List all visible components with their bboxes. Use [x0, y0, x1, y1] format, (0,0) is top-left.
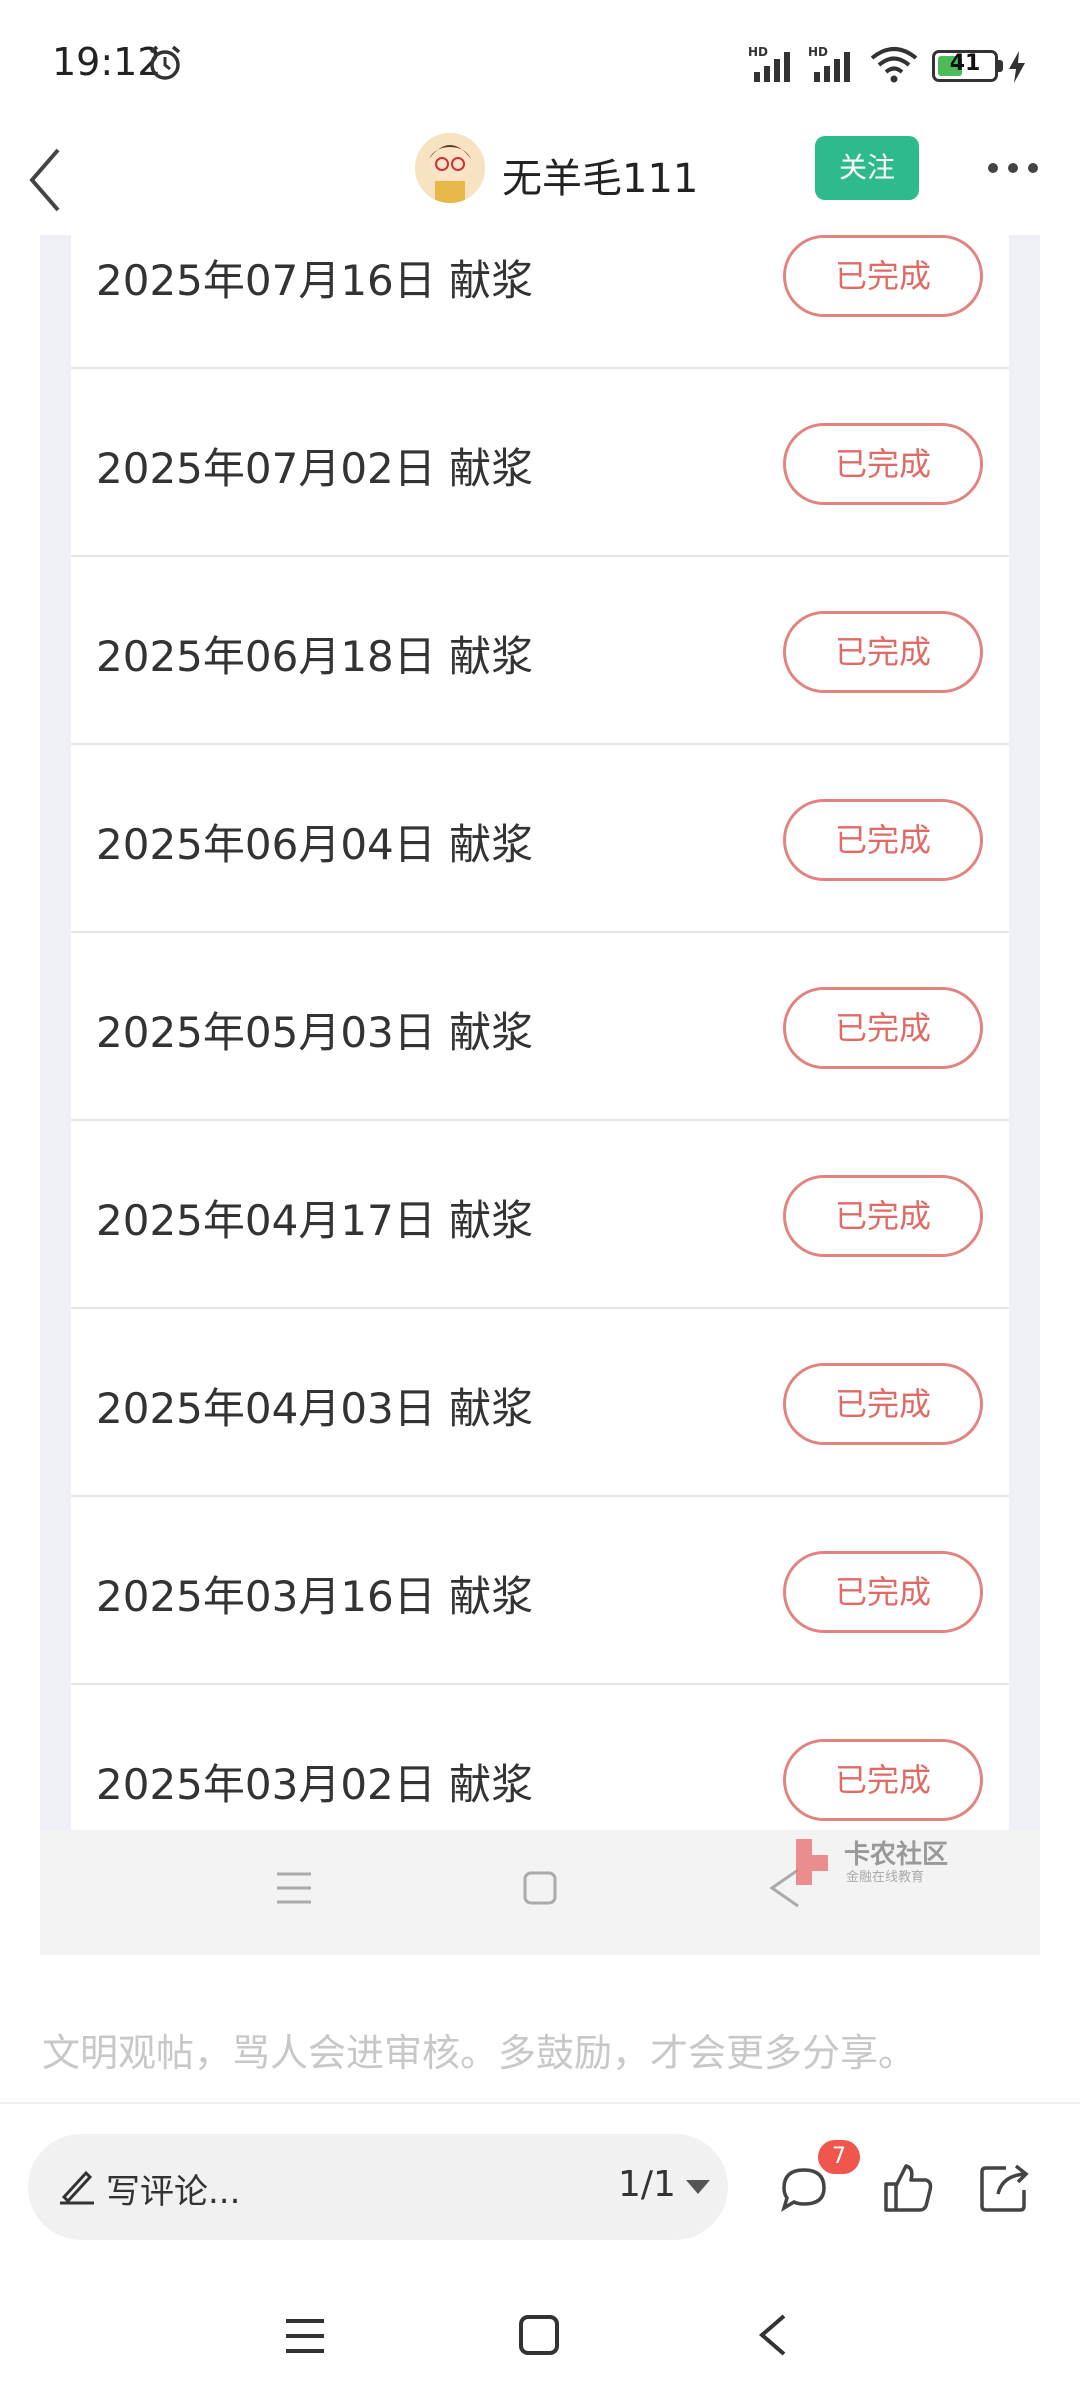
- status-badge: 已完成: [783, 611, 983, 693]
- svg-text:HD: HD: [748, 45, 768, 59]
- status-badge: 已完成: [783, 799, 983, 881]
- divider: [0, 2102, 1080, 2104]
- home-button-icon[interactable]: [518, 2314, 560, 2356]
- record-label: 2025年04月17日 献浆: [96, 1196, 534, 1245]
- status-badge: 已完成: [783, 987, 983, 1069]
- record-label: 2025年06月18日 献浆: [96, 632, 534, 681]
- pencil-icon: [60, 2170, 94, 2205]
- watermark-logo: 卡农社区 金融在线教育: [796, 1839, 948, 1885]
- community-tip: 文明观帖，骂人会进审核。多鼓励，才会更多分享。: [42, 2031, 917, 2075]
- record-label: 2025年03月02日 献浆: [96, 1760, 534, 1809]
- wifi-icon: [870, 47, 918, 83]
- status-badge: 已完成: [783, 1363, 983, 1445]
- username[interactable]: 无羊毛111: [502, 146, 698, 204]
- watermark-subtitle: 金融在线教育: [846, 1869, 924, 1885]
- recent-apps-icon[interactable]: [284, 2316, 326, 2356]
- record-row: 2025年04月03日 献浆 已完成: [71, 1309, 1009, 1497]
- avatar[interactable]: [415, 133, 485, 203]
- record-row: 2025年03月02日 献浆 已完成: [71, 1685, 1009, 1830]
- more-icon[interactable]: [985, 156, 1041, 180]
- comment-count-badge: 7: [818, 2140, 860, 2174]
- record-row: 2025年05月03日 献浆 已完成: [71, 933, 1009, 1121]
- svg-text:HD: HD: [808, 45, 828, 59]
- record-label: 2025年05月03日 献浆: [96, 1008, 534, 1057]
- signal-icon-2: HD: [808, 45, 850, 82]
- alarm-icon: [149, 45, 181, 80]
- charging-icon: [1009, 51, 1025, 83]
- record-row: 2025年04月17日 献浆 已完成: [71, 1121, 1009, 1309]
- home-icon: [523, 1871, 557, 1905]
- avatar-cartoon-icon: [415, 133, 485, 203]
- record-label: 2025年07月02日 献浆: [96, 444, 534, 493]
- system-back-icon[interactable]: [754, 2312, 790, 2358]
- comment-input-bar[interactable]: 写评论... 1/1: [28, 2134, 728, 2240]
- watermark-title: 卡农社区: [844, 1839, 948, 1870]
- status-bar: 19:12 HD HD 41: [0, 0, 1080, 130]
- battery-icon: 41: [932, 50, 998, 82]
- signal-icon: HD: [748, 45, 790, 82]
- like-icon[interactable]: [880, 2160, 936, 2216]
- record-row: 2025年03月16日 献浆 已完成: [71, 1497, 1009, 1685]
- page-dropdown-icon[interactable]: [686, 2180, 710, 2194]
- comment-placeholder[interactable]: 写评论...: [106, 2164, 240, 2213]
- status-badge: 已完成: [783, 1739, 983, 1821]
- status-badge: 已完成: [783, 1551, 983, 1633]
- record-label: 2025年07月16日 献浆: [96, 256, 534, 305]
- record-row: 2025年07月02日 献浆 已完成: [71, 369, 1009, 557]
- record-row: 2025年06月04日 献浆 已完成: [71, 745, 1009, 933]
- follow-button[interactable]: 关注: [815, 136, 919, 200]
- record-label: 2025年06月04日 献浆: [96, 820, 534, 869]
- status-badge: 已完成: [783, 1175, 983, 1257]
- post-header: 无羊毛111 关注: [0, 130, 1080, 235]
- menu-icon: [277, 1872, 311, 1904]
- record-label: 2025年04月03日 献浆: [96, 1384, 534, 1433]
- share-icon[interactable]: [976, 2160, 1032, 2216]
- page-indicator[interactable]: 1/1: [618, 2164, 676, 2205]
- status-badge: 已完成: [783, 235, 983, 317]
- record-row: 2025年07月16日 献浆 已完成: [71, 235, 1009, 369]
- battery-tip: [998, 60, 1003, 72]
- record-row: 2025年06月18日 献浆 已完成: [71, 557, 1009, 745]
- record-label: 2025年03月16日 献浆: [96, 1572, 534, 1621]
- status-badge: 已完成: [783, 423, 983, 505]
- battery-level: 41: [949, 51, 981, 76]
- donation-record-list: 2025年07月16日 献浆 已完成 2025年07月02日 献浆 已完成 20…: [71, 235, 1009, 1830]
- back-arrow-icon[interactable]: [22, 140, 66, 220]
